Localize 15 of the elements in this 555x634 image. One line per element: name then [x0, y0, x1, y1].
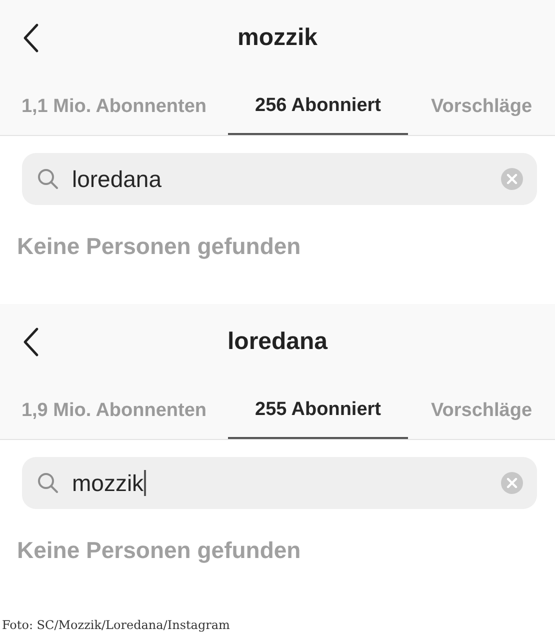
search-icon: [36, 471, 60, 495]
tab[interactable]: 256 Abonniert: [228, 76, 408, 135]
back-icon[interactable]: [22, 327, 40, 357]
photo-credit: Foto: SC/Mozzik/Loredana/Instagram: [1, 618, 231, 632]
search-icon: [36, 167, 60, 191]
tab[interactable]: 255 Abonniert: [228, 380, 408, 439]
search-field[interactable]: mozzik: [22, 457, 537, 509]
search-field[interactable]: loredana: [22, 153, 537, 205]
empty-message: Keine Personen gefunden: [17, 233, 302, 260]
empty-message: Keine Personen gefunden: [17, 537, 302, 564]
back-icon[interactable]: [22, 23, 40, 53]
profile-title: loredana: [227, 328, 328, 356]
search-text: loredana: [72, 166, 162, 192]
search-text: mozzik: [72, 470, 146, 496]
profile-title: mozzik: [237, 24, 318, 52]
